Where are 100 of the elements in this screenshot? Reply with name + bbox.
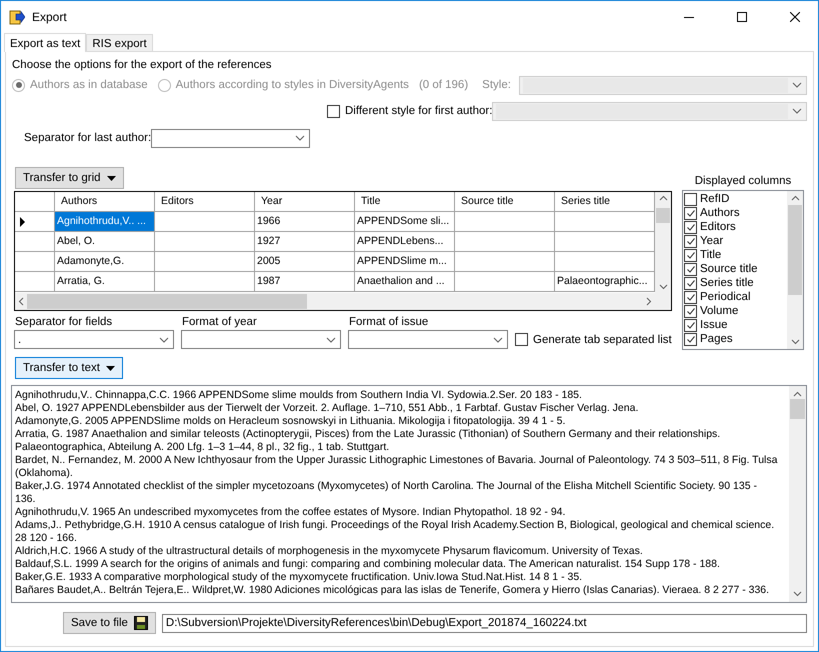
field-label: Format of issue [349, 316, 430, 328]
table-cell: Anaethalion and ... [355, 272, 455, 292]
scrollbar-thumb[interactable] [656, 208, 670, 222]
checkbox-label[interactable]: RefID [700, 193, 730, 205]
table-cell: APPENDSome sli... [355, 212, 455, 232]
text-line: Aldrich,H.C. 1966 A study of the ultrastructural details of morphogenesis in the myxomycete Physarum flavicomum. University of Texas. [15, 545, 644, 558]
chevron-icon [295, 135, 305, 141]
checkbox[interactable] [684, 206, 697, 220]
transfer-to-text-button[interactable]: Transfer to text [15, 357, 123, 379]
checkbox-label[interactable]: Title [700, 249, 722, 261]
scroll-left-icon [18, 297, 24, 306]
caret-icon [106, 176, 116, 180]
checkbox-label[interactable]: Pages [700, 333, 733, 345]
field-label: Separator for last author: [24, 132, 152, 144]
text-line: (Oklahoma). [15, 467, 74, 480]
chevron-icon [493, 336, 503, 342]
section-heading: Choose the options for the export of the references [12, 59, 273, 71]
checkbox-label[interactable]: Periodical [700, 291, 750, 303]
checkbox[interactable] [684, 304, 697, 318]
checkbox-label[interactable]: Authors [700, 207, 740, 219]
field-label: Format of year [182, 316, 258, 328]
checkbox-label[interactable]: Generate tab separated list [533, 334, 672, 346]
scroll-down-icon [658, 284, 668, 290]
chevron-icon [792, 108, 802, 114]
column-header[interactable]: Year [255, 192, 355, 212]
checkbox[interactable] [684, 276, 697, 290]
column-header[interactable]: Source title [455, 192, 555, 212]
scroll-up-icon [658, 195, 668, 201]
checkbox[interactable] [684, 262, 697, 276]
dropdown[interactable]: . [14, 330, 174, 349]
checkbox[interactable] [684, 318, 697, 332]
caret-icon [106, 366, 115, 370]
checkbox[interactable] [684, 220, 697, 234]
scrollbar-thumb[interactable] [27, 294, 307, 309]
scrollbar-thumb[interactable] [788, 205, 802, 295]
table-cell: 1966 [255, 212, 355, 232]
file-path-field[interactable]: D:\Subversion\Projekte\DiversityReferences\bin\Debug\Export_201874_160224.txt [162, 614, 807, 632]
horizontal-scrollbar[interactable] [15, 293, 655, 310]
text-line: Baker,J.G. 1974 Annotated checklist of the simpler mycetozoans (Myxomycetes) of North Carolina. The Journal of the Elisha Mitchell Scientific Society. 90 135 - [15, 480, 758, 493]
vertical-scrollbar[interactable] [789, 386, 806, 602]
export-app-icon [9, 8, 25, 24]
checkbox[interactable] [684, 192, 697, 206]
close-icon [790, 12, 800, 22]
text-line: Bañares Baudet,A.. Beltrán Tejera,E.. Wildpret,W. 1980 Adiciones micológicas para las islas de Tenerife, Gomera y Hierro (Islas Canarias). Vieraea. 8 2 277 - 336. [15, 584, 770, 597]
dropdown[interactable] [181, 330, 341, 349]
scroll-up-icon [790, 195, 800, 201]
table-cell: APPENDSlime m... [355, 252, 455, 272]
output-text-area[interactable] [11, 385, 807, 603]
save-to-file-button[interactable]: Save to file [63, 612, 156, 634]
table-cell: 1927 [255, 232, 355, 252]
text-line: Abel, O. 1927 APPENDLebensbilder aus der Tierwelt der Vorzeit. 2. Auflage. 1–710, 551 Abb., 1 Farbtaf. Gustav Fischer Verlag. Jena. [15, 402, 640, 415]
checkbox-label[interactable]: Different style for first author: [345, 105, 492, 117]
text-line: Baker,G.E. 1933 A comparative morphological study of the myxomycete fructification. Univ.Iowa Stud.Nat.Hist. 14 8 1 - 35. [15, 571, 584, 584]
text-line: Agnihothrudu,V.. Chinnappa,C.C. 1966 APPENDSome slime moulds from Southern India VI. Sydowia.2.Ser. 20 183 - 185. [15, 389, 583, 402]
table-cell: 1987 [255, 272, 355, 292]
text-line: Palaeontographica, Abteilung A. 200 Lfg. 1–3 1–44, 8 pl., 32 fig., 1 tab. Stuttgart. [15, 441, 390, 454]
tab[interactable]: Export as text [4, 33, 86, 52]
checkbox-label[interactable]: Issue [700, 319, 728, 331]
checkbox[interactable] [327, 104, 340, 118]
checkbox[interactable] [684, 290, 697, 304]
dropdown[interactable] [151, 128, 310, 148]
column-header[interactable]: Title [355, 192, 455, 212]
checkbox-label[interactable]: Source title [700, 263, 758, 275]
row-header-corner [15, 192, 55, 212]
table-cell: Adamonyte,G. [55, 252, 155, 272]
transfer-to-grid-button[interactable]: Transfer to grid [15, 167, 124, 189]
text-line: 28 120 - 166. [15, 532, 78, 545]
checkbox[interactable] [515, 333, 528, 346]
checkbox-label[interactable]: Volume [700, 305, 738, 317]
scroll-right-icon [646, 297, 652, 306]
scroll-up-icon [793, 391, 802, 397]
field-label: Separator for fields [15, 316, 114, 328]
checkbox-label[interactable]: Editors [700, 221, 736, 233]
text-line: Baldauf,S.L. 1999 A search for the origins of animals and fungi: comparing and combining molecular data. The American naturalist. 154 Supp 178 - 188. [15, 558, 721, 571]
current-row-icon [20, 216, 25, 226]
window-title: Export [32, 10, 67, 24]
dropdown[interactable] [348, 330, 508, 349]
text-line: Bardet, N.. Fernandez, M. 2000 A New Ichthyosaur from the Upper Jurassic Lithographic Limestones of Bavaria. Journal of Paleontology. 74 3 503–511, 8 Fig. Tulsa [15, 454, 778, 467]
chevron-icon [326, 336, 336, 342]
list-label: Displayed columns [694, 175, 792, 187]
column-header[interactable]: Editors [155, 192, 255, 212]
vertical-scrollbar[interactable] [787, 191, 803, 349]
table-cell: Agnihothrudu,V.. ... [55, 212, 155, 232]
checkbox[interactable] [684, 248, 697, 262]
tab[interactable]: RIS export [86, 34, 153, 51]
checkbox-label[interactable]: Year [700, 235, 724, 247]
table-cell: Abel, O. [55, 232, 155, 252]
checkbox[interactable] [684, 332, 697, 346]
count-label: (0 of 196) [418, 79, 468, 91]
scroll-down-icon [790, 339, 800, 345]
checkbox-label[interactable]: Series title [700, 277, 754, 289]
scrollbar-thumb[interactable] [790, 399, 805, 419]
table-cell: APPENDLebens... [355, 232, 455, 252]
text-line: Agnihothrudu,V. 1965 An undescribed myxomycetes from the coffee estates of Mysore. Indian Phytopathol. 18 92 - 94. [15, 506, 566, 519]
text-line: 136. [15, 493, 36, 506]
checkbox[interactable] [684, 234, 697, 248]
table-cell: Arratia, G. [55, 272, 155, 292]
vertical-scrollbar[interactable] [655, 192, 671, 293]
maximize-icon [737, 12, 747, 22]
text-line: Arratia, G. 1987 Anaethalion and similar teleosts (Actinopterygii, Pisces) from the Late Jurassic (Tithonian) of Southern Germany and their relationships. [15, 428, 722, 441]
